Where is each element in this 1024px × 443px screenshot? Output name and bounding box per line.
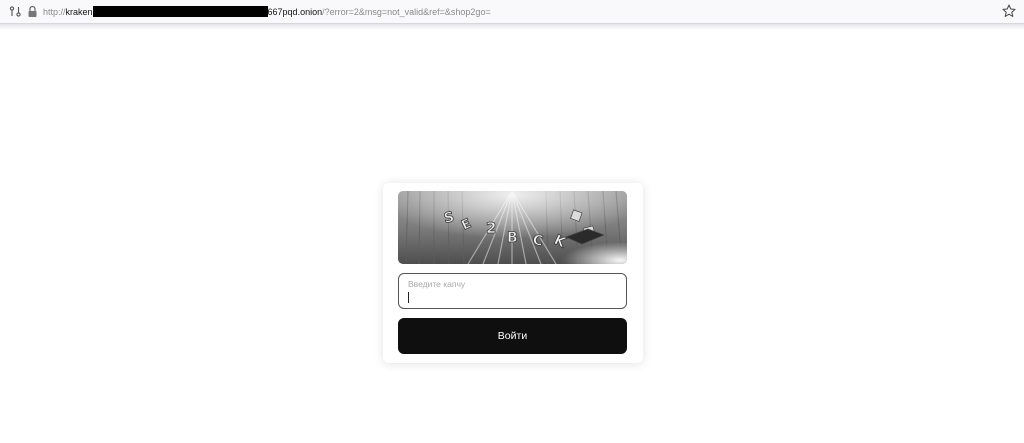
captcha-input[interactable]: Введите капчу [398,273,627,309]
lock-icon[interactable] [27,5,38,18]
permissions-icon[interactable] [9,5,22,18]
url-field[interactable]: http://kraken 667pqd.onion/?error=2&msg=n… [43,0,491,24]
url-path: /?error=2&msg=not_valid&ref=&shop2go= [322,7,491,17]
captcha-input-placeholder: Введите капчу [408,279,466,289]
toolbar-shadow [0,24,1024,30]
browser-address-bar: http://kraken 667pqd.onion/?error=2&msg=n… [0,0,1024,24]
text-caret [408,292,409,303]
captcha-card: S E 2 B C K Введите капчу Войти [383,183,643,363]
url-scheme: http:// [43,7,66,17]
login-button[interactable]: Войти [398,318,627,354]
bookmark-star-icon[interactable] [1002,4,1016,18]
url-host-end: 667pqd.onion [267,7,323,17]
redaction-bar [92,6,268,17]
url-host-start: kraken [65,7,93,17]
captcha-image: S E 2 B C K [398,191,627,264]
